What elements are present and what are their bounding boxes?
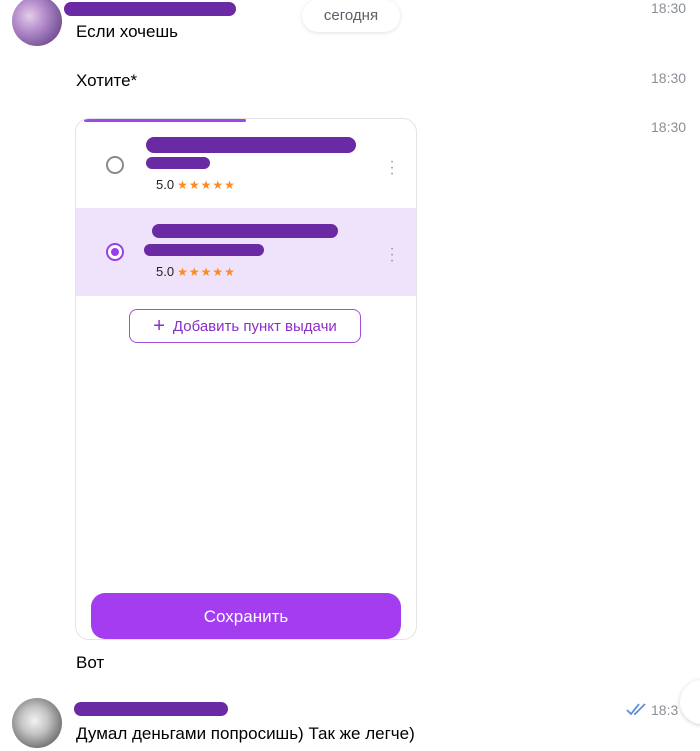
date-divider: сегодня bbox=[302, 0, 400, 32]
more-options-icon[interactable]: · · · bbox=[388, 241, 396, 269]
rating-stars-icon: ★★★★★ bbox=[177, 265, 236, 279]
message-text: Вот bbox=[76, 653, 105, 672]
message-text: Думал деньгами попросишь) Так же легче) bbox=[76, 724, 415, 743]
redacted-address bbox=[152, 224, 338, 238]
add-pickup-point-label: Добавить пункт выдачи bbox=[172, 317, 337, 335]
message-time: 18:30 bbox=[651, 70, 687, 86]
pickup-option[interactable]: 5.0 ★★★★★ · · · bbox=[76, 121, 416, 209]
rating-value: 5.0 bbox=[156, 177, 175, 192]
message-text: Хотите* bbox=[76, 71, 138, 90]
message-text: Если хочешь bbox=[76, 22, 178, 41]
save-button[interactable]: Сохранить bbox=[91, 593, 401, 639]
redacted-sender-name bbox=[74, 702, 228, 716]
redacted-address bbox=[146, 157, 210, 169]
sender-avatar[interactable] bbox=[12, 0, 62, 46]
pickup-option-selected[interactable]: 5.0 ★★★★★ · · · bbox=[76, 208, 416, 296]
pickup-points-card: 5.0 ★★★★★ · · · 5.0 ★★★★★ · · · + Добавить пун… bbox=[75, 118, 417, 640]
plus-icon: + bbox=[153, 315, 165, 337]
rating: 5.0 ★★★★★ bbox=[156, 264, 236, 279]
redacted-address bbox=[146, 137, 356, 153]
more-options-icon[interactable]: · · · bbox=[388, 154, 396, 182]
redacted-address bbox=[144, 244, 264, 256]
add-pickup-point-button[interactable]: + Добавить пункт выдачи bbox=[129, 309, 361, 343]
redacted-sender-name bbox=[64, 2, 236, 16]
rating-value: 5.0 bbox=[156, 264, 175, 279]
sender-avatar[interactable] bbox=[12, 698, 62, 748]
radio-button[interactable] bbox=[106, 156, 124, 174]
double-check-icon bbox=[626, 703, 646, 716]
message-time: 18:3 bbox=[651, 702, 679, 718]
message-time: 18:30 bbox=[651, 0, 687, 16]
rating-stars-icon: ★★★★★ bbox=[177, 178, 236, 192]
rating: 5.0 ★★★★★ bbox=[156, 177, 236, 192]
radio-button-checked[interactable] bbox=[106, 243, 124, 261]
scroll-down-button[interactable] bbox=[680, 680, 700, 724]
message-time: 18:30 bbox=[651, 119, 687, 135]
